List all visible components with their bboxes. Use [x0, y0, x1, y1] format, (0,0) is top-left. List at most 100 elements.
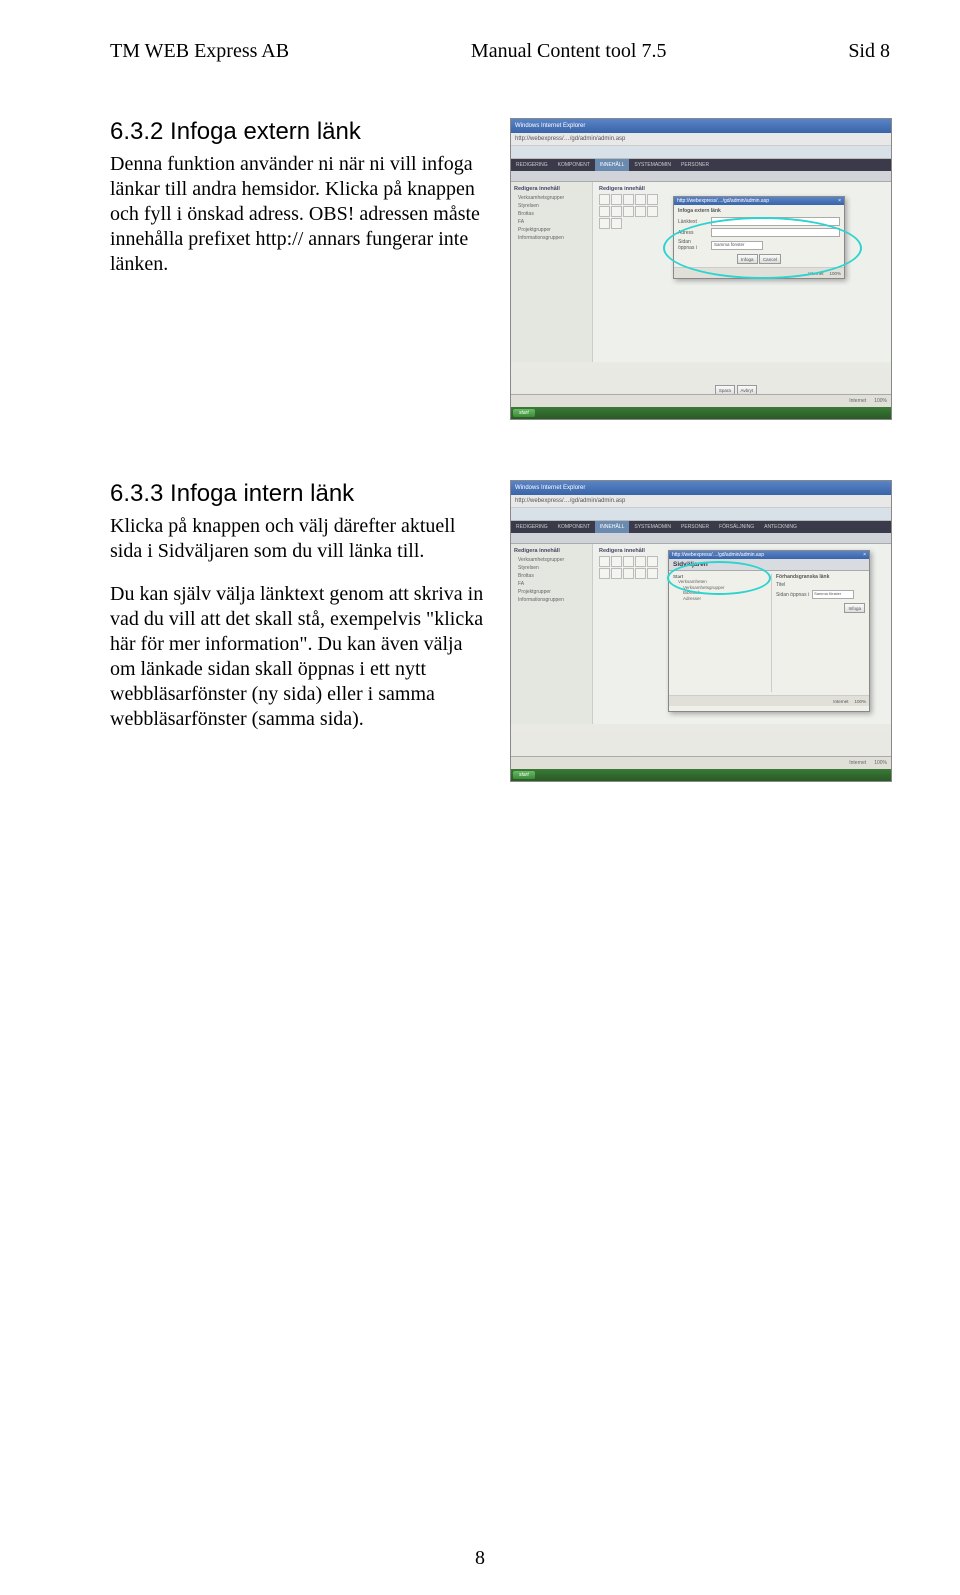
close-icon: × [838, 198, 841, 204]
status-zone: Internet [849, 760, 866, 766]
insert-button: Infoga [737, 254, 758, 264]
sidebar-item: Informationsgruppen [514, 234, 589, 242]
dialog-title-bar: http://webexpress/…/gd/admin/admin.asp × [669, 551, 869, 559]
toolbar-icon [635, 556, 646, 567]
dialog-heading: Sidväljaren [669, 559, 869, 571]
status-zoom: 100% [874, 760, 887, 766]
page-footer: 8 [0, 1547, 960, 1570]
start-button: start [513, 771, 535, 779]
header-title: Manual Content tool 7.5 [471, 40, 667, 63]
screenshot-extern-link: Windows Internet Explorer http://webexpr… [510, 118, 892, 420]
toolbar-icon [611, 568, 622, 579]
tab-item: ANTECKNING [759, 521, 802, 533]
editor-heading: Redigera innehåll [599, 186, 885, 192]
status-zone: Internet [808, 271, 823, 276]
address-bar: http://webexpress/…/gd/admin/admin.asp [511, 133, 891, 146]
app-tabs: REDIGERING KOMPONENT INNEHÅLL SYSTEMADMI… [511, 159, 891, 171]
toolbar-icon [599, 206, 610, 217]
toolbar-icon [647, 568, 658, 579]
section-633: 6.3.3 Infoga intern länk Klicka på knapp… [110, 480, 890, 782]
toolbar-icon [635, 206, 646, 217]
browser-title-text: Windows Internet Explorer [515, 485, 585, 491]
toolbar-icon [611, 206, 622, 217]
browser-toolbar [511, 508, 891, 521]
address-input [711, 228, 840, 237]
app-tabs: REDIGERING KOMPONENT INNEHÅLL SYSTEMADMI… [511, 521, 891, 533]
sidebar-heading: Redigera innehåll [514, 548, 589, 554]
editor-toolbar [599, 194, 669, 229]
status-zoom: 100% [829, 271, 841, 276]
browser-title-bar: Windows Internet Explorer [511, 119, 891, 133]
editor-toolbar [599, 556, 669, 579]
linktext-input [711, 217, 840, 226]
toolbar-icon [647, 556, 658, 567]
body-633-p1: Klicka på knappen och välj därefter aktu… [110, 514, 490, 564]
toolbar-icon [599, 218, 610, 229]
tab-item-active: INNEHÅLL [595, 521, 629, 533]
toolbar-icon [611, 218, 622, 229]
toolbar-icon [623, 568, 634, 579]
close-icon: × [863, 552, 866, 558]
sidebar-item: FA [514, 580, 589, 588]
dialog-address: http://webexpress/…/gd/admin/admin.asp [672, 552, 764, 558]
status-zoom: 100% [854, 699, 866, 704]
field-label: Titel [776, 582, 785, 588]
open-in-select: Samma fönster [711, 241, 763, 250]
sidebar-item: Styrelsen [514, 202, 589, 210]
preview-panel: Förhandsgranska länk Titel Sidan öppnas … [776, 574, 865, 692]
body-632: Denna funktion använder ni när ni vill i… [110, 152, 490, 277]
tab-item: PERSONER [676, 159, 714, 171]
tab-item: KOMPONENT [553, 159, 595, 171]
toolbar-icon [599, 194, 610, 205]
sidebar-item: FA [514, 218, 589, 226]
toolbar-icon [635, 194, 646, 205]
section-632: 6.3.2 Infoga extern länk Denna funktion … [110, 118, 890, 420]
toolbar-icon [599, 556, 610, 567]
insert-button: Infoga [844, 603, 865, 613]
status-zoom: 100% [874, 398, 887, 404]
address-bar: http://webexpress/…/gd/admin/admin.asp [511, 495, 891, 508]
panel-heading: Förhandsgranska länk [776, 574, 865, 580]
sidebar-item: Styrelsen [514, 564, 589, 572]
windows-taskbar: start [511, 407, 891, 419]
windows-taskbar: start [511, 769, 891, 781]
field-label: Adress [678, 230, 708, 236]
toolbar-icon [599, 568, 610, 579]
toolbar-icon [611, 194, 622, 205]
dialog-heading: Infoga extern länk [678, 208, 840, 214]
left-sidebar: Redigera innehåll Verksamhetsgrupper Sty… [511, 182, 593, 362]
address-text: http://webexpress/…/gd/admin/admin.asp [515, 136, 625, 142]
heading-633: 6.3.3 Infoga intern länk [110, 480, 490, 508]
app-subtabs [511, 171, 891, 182]
tab-item: KOMPONENT [553, 521, 595, 533]
field-label: Länktext [678, 219, 708, 225]
tab-item: FÖRSÄLJNING [714, 521, 759, 533]
browser-title-text: Windows Internet Explorer [515, 123, 585, 129]
header-company: TM WEB Express AB [110, 40, 289, 63]
body-633-p2: Du kan själv välja länktext genom att sk… [110, 582, 490, 732]
address-text: http://webexpress/…/gd/admin/admin.asp [515, 498, 625, 504]
status-zone: Internet [849, 398, 866, 404]
app-subtabs [511, 533, 891, 544]
start-button: start [513, 409, 535, 417]
editor-main: Redigera innehåll [593, 544, 891, 724]
editor-main: Redigera innehåll [593, 182, 891, 362]
tab-item: PERSONER [676, 521, 714, 533]
field-label: Sidan öppnas i [678, 239, 708, 251]
toolbar-icon [623, 206, 634, 217]
header-page: Sid 8 [848, 40, 890, 63]
cancel-button: Cancel [759, 254, 781, 264]
tab-item-active: INNEHÅLL [595, 159, 629, 171]
page-number: 8 [475, 1547, 485, 1569]
toolbar-icon [635, 568, 646, 579]
sidebar-item: Brottas [514, 210, 589, 218]
sidebar-heading: Redigera innehåll [514, 186, 589, 192]
tab-item: SYSTEMADMIN [629, 159, 676, 171]
screenshot-intern-link: Windows Internet Explorer http://webexpr… [510, 480, 892, 782]
toolbar-icon [611, 556, 622, 567]
tab-item: REDIGERING [511, 159, 553, 171]
left-sidebar: Redigera innehåll Verksamhetsgrupper Sty… [511, 544, 593, 724]
page-header: TM WEB Express AB Manual Content tool 7.… [110, 40, 890, 63]
browser-status-bar: Internet 100% [511, 394, 891, 407]
field-label: Sidan öppnas i [776, 592, 809, 598]
